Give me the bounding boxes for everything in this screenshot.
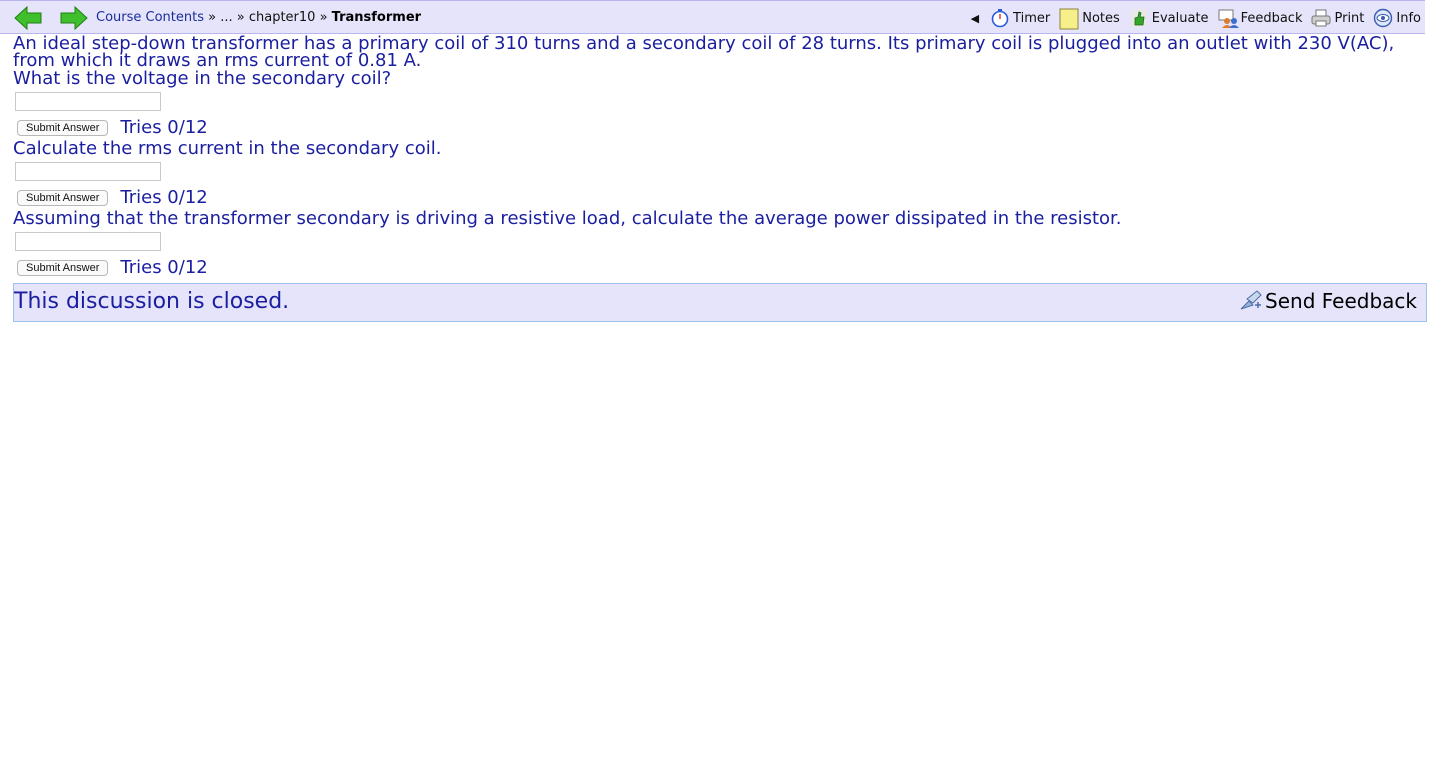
info-eye-icon	[1373, 8, 1393, 28]
question-part-1: What is the voltage in the secondary coi…	[13, 68, 392, 89]
feedback-label: Feedback	[1240, 10, 1303, 26]
info-button[interactable]: Info	[1373, 8, 1421, 28]
problem-content: An ideal step-down transformer has a pri…	[13, 35, 1428, 279]
timer-label: Timer	[1013, 10, 1051, 26]
evaluate-label: Evaluate	[1151, 10, 1209, 26]
breadcrumb-separator: »	[232, 10, 249, 25]
evaluate-button[interactable]: Evaluate	[1129, 8, 1209, 28]
send-feedback-icon	[1239, 289, 1263, 313]
printer-icon	[1311, 8, 1331, 28]
answer-input-part-1[interactable]	[15, 92, 161, 111]
breadcrumb-separator: »	[315, 10, 332, 25]
feedback-people-icon	[1218, 8, 1239, 28]
submit-answer-button-part-3[interactable]: Submit Answer	[17, 259, 109, 276]
send-feedback-label: Send Feedback	[1265, 289, 1417, 313]
info-label: Info	[1396, 10, 1421, 26]
question-part-2: Calculate the rms current in the seconda…	[13, 138, 442, 159]
notes-label: Notes	[1082, 10, 1120, 26]
breadcrumb: Course Contents » ... » chapter10 » Tran…	[96, 10, 421, 25]
submit-answer-button-part-1[interactable]: Submit Answer	[17, 119, 109, 136]
top-navigation-bar: Course Contents » ... » chapter10 » Tran…	[0, 0, 1425, 34]
submit-row-part-1: Submit Answer Tries 0/12	[13, 116, 1428, 139]
discussion-closed-bar: This discussion is closed. Send Feedback	[13, 283, 1427, 322]
submit-row-part-3: Submit Answer Tries 0/12	[13, 256, 1428, 279]
problem-statement: An ideal step-down transformer has a pri…	[13, 33, 1395, 71]
toolbar: ◀ Timer Notes Evaluate Feedback Print In…	[971, 1, 1421, 35]
notes-button[interactable]: Notes	[1059, 8, 1120, 30]
back-arrow-icon[interactable]	[14, 6, 42, 30]
breadcrumb-separator: »	[204, 10, 221, 25]
answer-input-part-3[interactable]	[15, 232, 161, 251]
submit-row-part-2: Submit Answer Tries 0/12	[13, 186, 1428, 209]
submit-answer-button-part-2[interactable]: Submit Answer	[17, 189, 109, 206]
question-part-3: Assuming that the transformer secondary …	[13, 208, 1122, 229]
feedback-button[interactable]: Feedback	[1218, 8, 1303, 28]
tries-counter-part-3: Tries 0/12	[120, 257, 208, 278]
forward-arrow-icon[interactable]	[60, 6, 88, 30]
tries-counter-part-2: Tries 0/12	[120, 187, 208, 208]
print-label: Print	[1334, 10, 1365, 26]
discussion-closed-text: This discussion is closed.	[14, 289, 290, 314]
collapse-toolbar-icon[interactable]: ◀	[971, 12, 979, 25]
answer-input-part-2[interactable]	[15, 162, 161, 181]
send-feedback-button[interactable]: Send Feedback	[1239, 289, 1417, 313]
timer-button[interactable]: Timer	[990, 8, 1050, 28]
thumbs-up-icon	[1129, 8, 1149, 28]
breadcrumb-course-contents[interactable]: Course Contents	[96, 10, 204, 25]
breadcrumb-chapter[interactable]: chapter10	[249, 10, 316, 25]
tries-counter-part-1: Tries 0/12	[120, 117, 208, 138]
print-button[interactable]: Print	[1311, 8, 1364, 28]
breadcrumb-ellipsis[interactable]: ...	[220, 10, 232, 25]
stopwatch-icon	[990, 8, 1010, 28]
sticky-note-icon	[1059, 8, 1079, 30]
breadcrumb-current-page: Transformer	[331, 10, 422, 25]
